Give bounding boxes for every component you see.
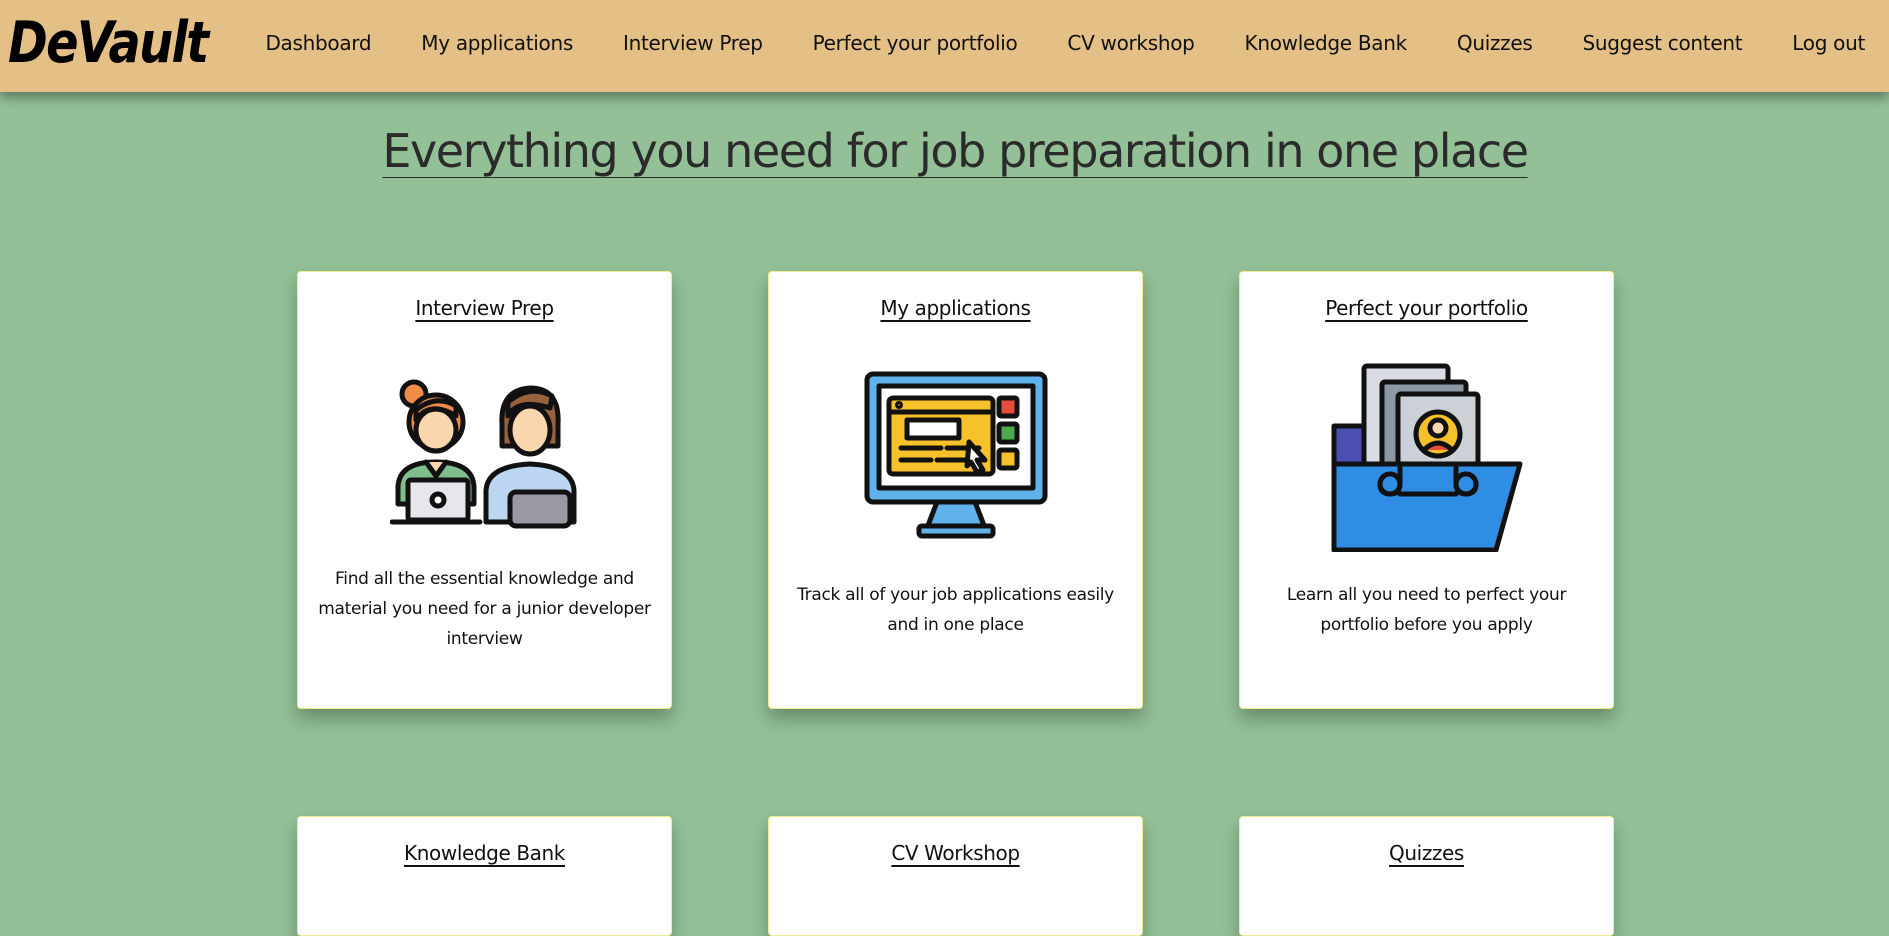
nav-cv-workshop[interactable]: CV workshop	[1067, 31, 1194, 55]
card-title[interactable]: My applications	[769, 296, 1142, 320]
card-title[interactable]: Quizzes	[1240, 841, 1613, 865]
nav-perfect-portfolio[interactable]: Perfect your portfolio	[813, 31, 1018, 55]
nav-quizzes[interactable]: Quizzes	[1457, 31, 1533, 55]
card-interview-prep[interactable]: Interview Prep Find all the essential kn…	[297, 271, 672, 709]
portfolio-folder-icon	[1331, 363, 1523, 552]
card-knowledge-bank[interactable]: Knowledge Bank	[297, 816, 672, 936]
nav-suggest-content[interactable]: Suggest content	[1583, 31, 1743, 55]
card-description: Track all of your job applications easil…	[797, 585, 1114, 635]
card-perfect-portfolio[interactable]: Perfect your portfolio Learn all you nee…	[1239, 271, 1614, 709]
card-quizzes[interactable]: Quizzes	[1239, 816, 1614, 936]
nav-my-applications[interactable]: My applications	[421, 31, 573, 55]
card-cv-workshop[interactable]: CV Workshop	[768, 816, 1143, 936]
interview-icon	[390, 379, 577, 529]
card-description: Find all the essential knowledge and mat…	[318, 569, 651, 649]
monitor-application-icon	[864, 371, 1048, 539]
card-title[interactable]: Interview Prep	[298, 296, 671, 320]
nav-log-out[interactable]: Log out	[1792, 31, 1865, 55]
nav-interview-prep[interactable]: Interview Prep	[623, 31, 763, 55]
top-navbar: DeVault Dashboard My applications Interv…	[0, 0, 1889, 92]
card-title[interactable]: CV Workshop	[769, 841, 1142, 865]
card-title[interactable]: Knowledge Bank	[298, 841, 671, 865]
devault-logo[interactable]: DeVault	[8, 8, 209, 78]
card-my-applications[interactable]: My applications Track all of your job ap…	[768, 271, 1143, 709]
nav-links: Dashboard My applications Interview Prep…	[265, 0, 1865, 86]
page-title: Everything you need for job preparation …	[0, 124, 1889, 178]
card-description: Learn all you need to perfect your portf…	[1286, 585, 1567, 635]
page-title-text: Everything you need for job preparation …	[382, 124, 1529, 178]
card-title[interactable]: Perfect your portfolio	[1240, 296, 1613, 320]
nav-knowledge-bank[interactable]: Knowledge Bank	[1245, 31, 1408, 55]
nav-dashboard[interactable]: Dashboard	[265, 31, 371, 55]
